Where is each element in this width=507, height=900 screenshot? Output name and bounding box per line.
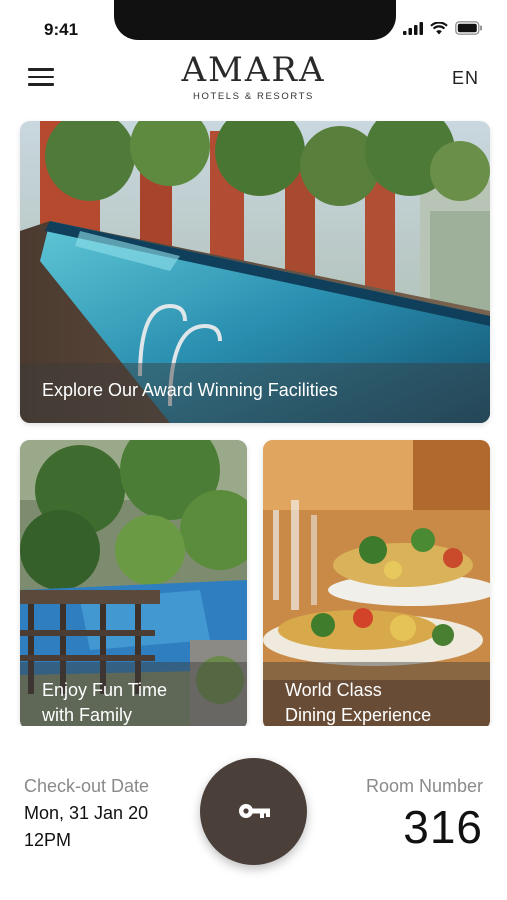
room-number: 316	[403, 801, 483, 853]
signal-icon	[403, 21, 423, 35]
status-bar: 9:41	[0, 0, 507, 48]
checkout-time: 12PM	[24, 830, 72, 850]
device-notch	[114, 0, 396, 40]
wifi-icon	[430, 21, 448, 34]
dining-caption-line1: World Class	[285, 680, 382, 700]
checkout-date: Mon, 31 Jan 20	[24, 803, 149, 823]
key-icon	[239, 804, 270, 818]
family-caption-line2: with Family	[42, 705, 133, 725]
logo-wordmark: AMARA	[181, 50, 326, 90]
dining-card[interactable]: World Class Dining Experience	[263, 440, 490, 730]
language-selector[interactable]: EN	[452, 68, 479, 89]
family-card[interactable]: Enjoy Fun Time with Family	[20, 440, 247, 730]
family-caption-line1: Enjoy Fun Time	[42, 680, 168, 700]
dining-caption: World Class Dining Experience	[285, 678, 485, 728]
status-time: 9:41	[44, 20, 79, 39]
battery-icon	[455, 21, 482, 35]
family-caption: Enjoy Fun Time with Family	[42, 678, 242, 728]
facilities-caption: Explore Our Award Winning Facilities	[42, 380, 338, 400]
app-header: AMARA HOTELS & RESORTS EN	[0, 48, 507, 112]
room-number-label: Room Number	[365, 776, 483, 796]
menu-icon[interactable]	[28, 68, 54, 88]
facilities-card[interactable]: Explore Our Award Winning Facilities	[20, 121, 490, 423]
status-icons	[403, 21, 483, 35]
logo-subtitle: HOTELS & RESORTS	[193, 91, 314, 102]
dining-caption-line2: Dining Experience	[285, 705, 432, 725]
checkout-label: Check-out Date	[24, 776, 150, 796]
brand-logo: AMARA HOTELS & RESORTS	[150, 50, 357, 102]
digital-key-button[interactable]	[200, 758, 307, 865]
